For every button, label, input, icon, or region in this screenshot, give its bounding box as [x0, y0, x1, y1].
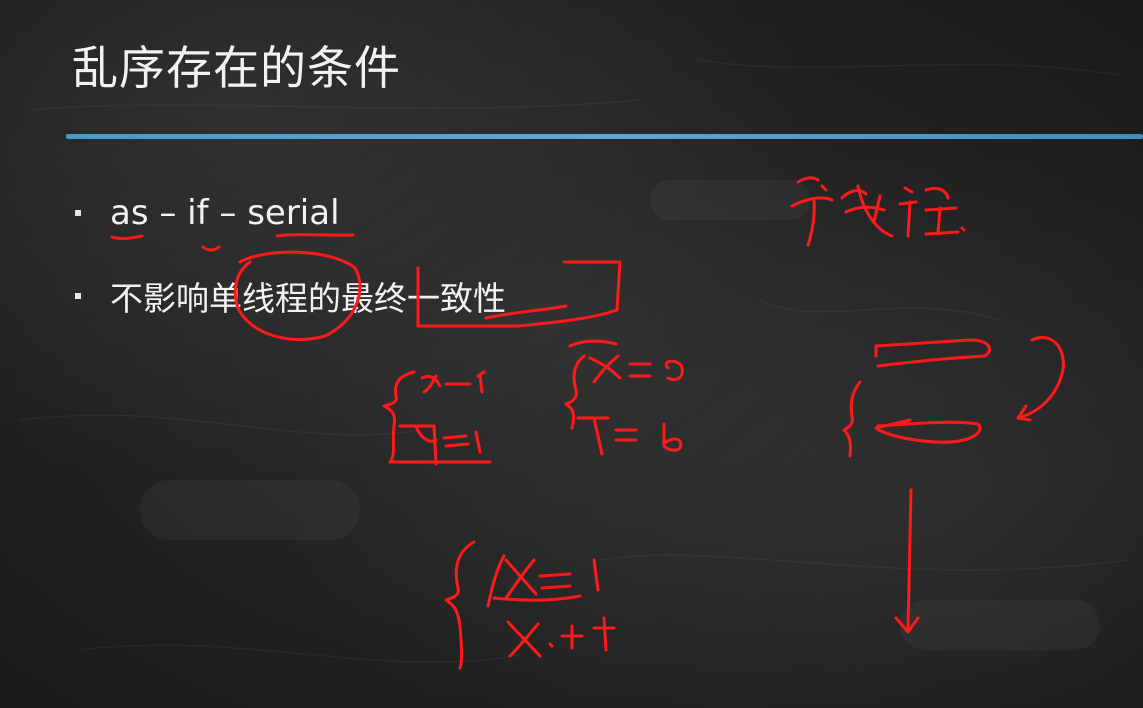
slide-canvas: 乱序存在的条件 as – if – serial 不影响单线程的最终一致性 [0, 0, 1143, 708]
bullet-text: as – if – serial [110, 193, 340, 233]
title-divider [66, 134, 1143, 139]
bullet-item-consistency: 不影响单线程的最终一致性 [75, 272, 506, 320]
chalkboard-texture [19, 59, 1131, 663]
bullet-item-as-if-serial: as – if – serial [75, 193, 340, 233]
bullet-square-icon [75, 210, 81, 216]
slide-title: 乱序存在的条件 [72, 41, 401, 95]
bullet-square-icon [75, 293, 81, 299]
bullet-text: 不影响单线程的最终一致性 [110, 279, 506, 318]
